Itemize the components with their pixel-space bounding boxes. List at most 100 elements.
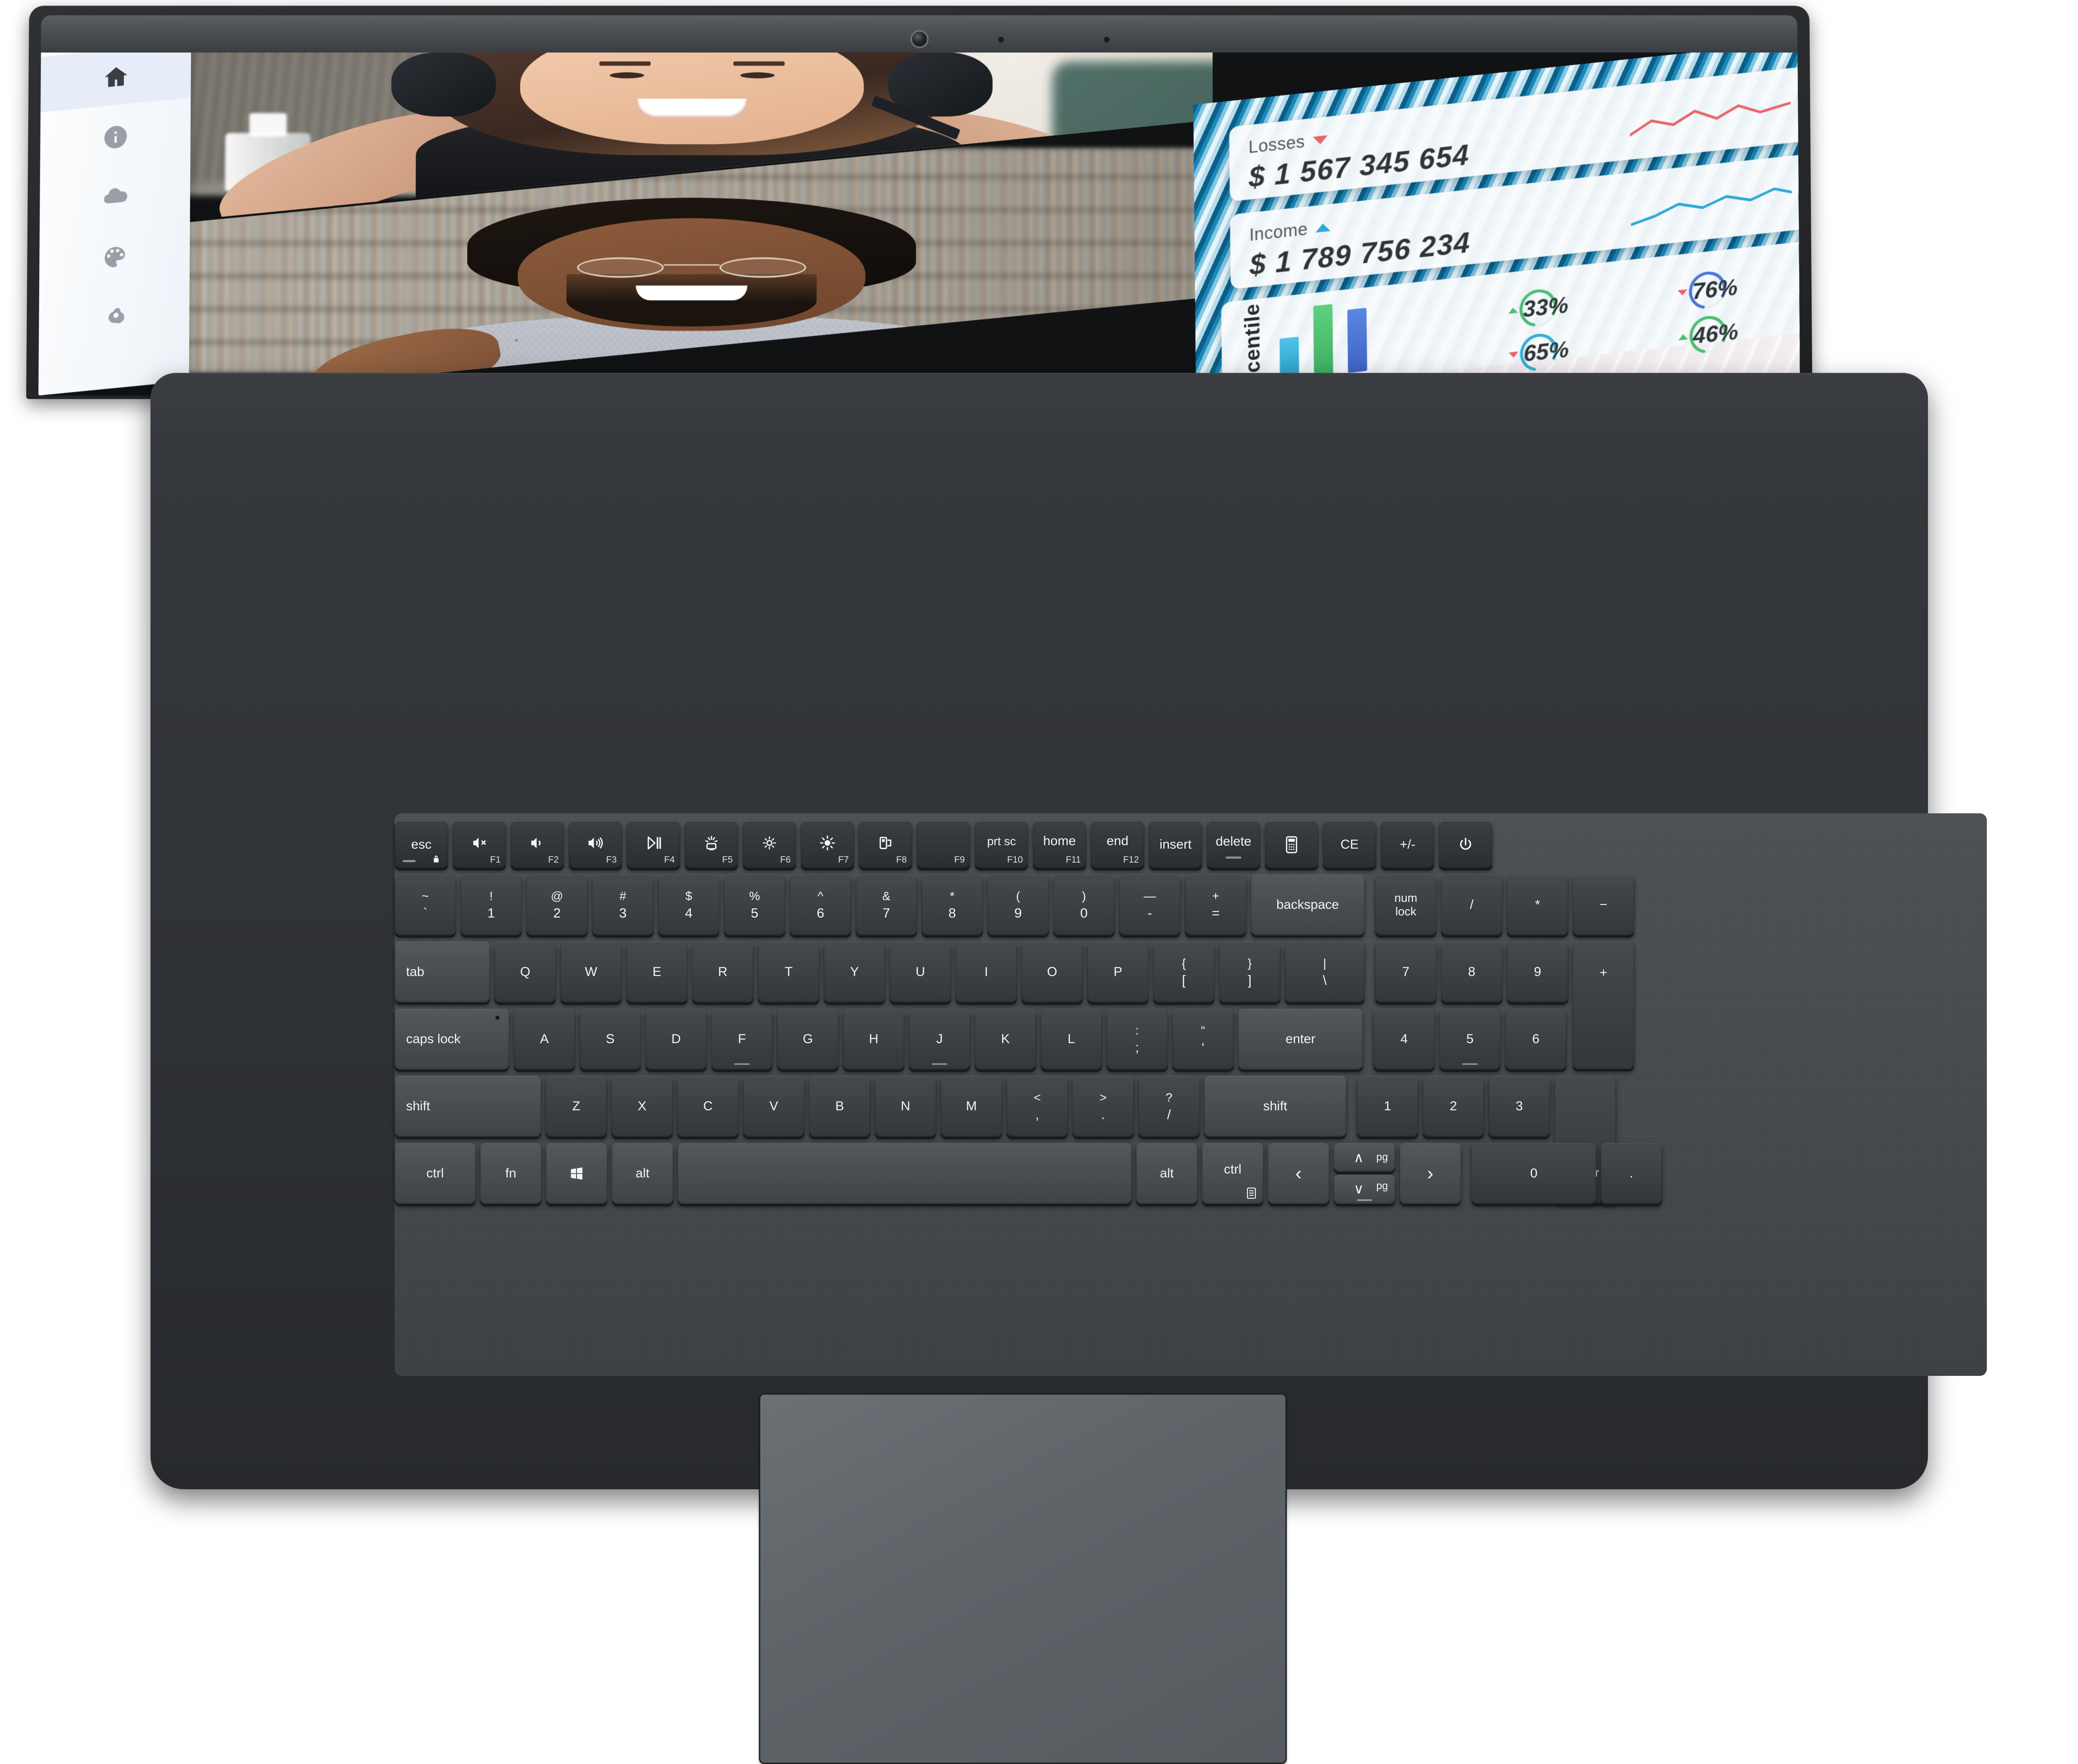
- key-calculator[interactable]: [1265, 821, 1318, 868]
- key-5[interactable]: % 5: [724, 874, 785, 935]
- key-r[interactable]: R: [692, 942, 753, 1003]
- key-arrow-up-pgup[interactable]: ∧ pg: [1334, 1143, 1395, 1172]
- key-c[interactable]: C: [677, 1076, 738, 1137]
- key-4[interactable]: $4: [658, 874, 719, 935]
- key-backslash[interactable]: | \: [1285, 942, 1364, 1003]
- key-7[interactable]: & 7: [856, 874, 917, 935]
- key-numpad-4[interactable]: 4: [1374, 1009, 1435, 1070]
- key-caps-lock[interactable]: caps lock: [395, 1009, 509, 1070]
- key-enter[interactable]: enter: [1238, 1009, 1363, 1070]
- key-9[interactable]: (9: [988, 874, 1049, 935]
- key-ce[interactable]: CE: [1323, 821, 1376, 868]
- key-b[interactable]: B: [809, 1076, 870, 1137]
- key-f8-project-screen[interactable]: F8: [859, 821, 912, 868]
- key-k[interactable]: K: [975, 1009, 1036, 1070]
- key-g[interactable]: G: [777, 1009, 838, 1070]
- key-m[interactable]: M: [941, 1076, 1002, 1137]
- sidebar-item-home[interactable]: [40, 52, 191, 113]
- key-n[interactable]: N: [875, 1076, 936, 1137]
- trackpad[interactable]: [759, 1393, 1287, 1764]
- key-x[interactable]: X: [612, 1076, 673, 1137]
- key-l[interactable]: L: [1041, 1009, 1102, 1070]
- key-f1-mute[interactable]: F1: [453, 821, 506, 868]
- key-f12-end[interactable]: end F12: [1091, 821, 1144, 868]
- key-f11-home[interactable]: home F11: [1033, 821, 1086, 868]
- key-numpad-2[interactable]: 2: [1423, 1076, 1484, 1137]
- key-insert[interactable]: insert: [1149, 821, 1202, 868]
- key-z[interactable]: Z: [546, 1076, 607, 1137]
- key-u[interactable]: U: [890, 942, 951, 1003]
- key-t[interactable]: T: [758, 942, 819, 1003]
- key-spacebar[interactable]: [678, 1143, 1131, 1204]
- key-f[interactable]: F: [711, 1009, 772, 1070]
- sidebar-item-palette[interactable]: [39, 222, 190, 292]
- key-windows[interactable]: [546, 1143, 607, 1204]
- key-numpad-3[interactable]: 3: [1489, 1076, 1550, 1137]
- key-p[interactable]: P: [1087, 942, 1148, 1003]
- key-numpad-multiply[interactable]: *: [1507, 874, 1568, 935]
- key-ctrl-left[interactable]: ctrl: [395, 1143, 475, 1204]
- key-numpad-7[interactable]: 7: [1375, 942, 1436, 1003]
- key-alt-left[interactable]: alt: [612, 1143, 673, 1204]
- key-a[interactable]: A: [514, 1009, 575, 1070]
- key-backtick[interactable]: ~ `: [395, 874, 456, 935]
- key-f4-play-pause[interactable]: F4: [627, 821, 680, 868]
- key-fn[interactable]: fn: [480, 1143, 541, 1204]
- key-w[interactable]: W: [561, 942, 622, 1003]
- key-e[interactable]: E: [626, 942, 687, 1003]
- key-shift-left[interactable]: shift: [395, 1076, 541, 1137]
- key-numpad-8[interactable]: 8: [1441, 942, 1502, 1003]
- key-numpad-0[interactable]: 0: [1472, 1143, 1596, 1204]
- key-s[interactable]: S: [580, 1009, 641, 1070]
- key-comma[interactable]: <,: [1007, 1076, 1068, 1137]
- key-f6-brightness-down[interactable]: F6: [743, 821, 796, 868]
- key-alt-right[interactable]: alt: [1136, 1143, 1197, 1204]
- key-q[interactable]: Q: [495, 942, 556, 1003]
- key-h[interactable]: H: [843, 1009, 904, 1070]
- key-f5-keyboard-backlight[interactable]: F5: [685, 821, 738, 868]
- key-d[interactable]: D: [646, 1009, 707, 1070]
- key-ctrl-right[interactable]: ctrl: [1202, 1143, 1263, 1204]
- key-period[interactable]: >.: [1073, 1076, 1134, 1137]
- key-f3-volume-up[interactable]: F3: [569, 821, 622, 868]
- key-i[interactable]: I: [956, 942, 1017, 1003]
- key-o[interactable]: O: [1022, 942, 1083, 1003]
- key-6[interactable]: ^ 6: [790, 874, 851, 935]
- key-y[interactable]: Y: [824, 942, 885, 1003]
- key-esc[interactable]: esc: [395, 821, 448, 868]
- key-arrow-down-pgdn[interactable]: ∨ pg: [1334, 1175, 1395, 1204]
- key-j[interactable]: J: [909, 1009, 970, 1070]
- key-equals[interactable]: + =: [1185, 874, 1246, 935]
- key-quote[interactable]: “‘: [1172, 1009, 1234, 1070]
- key-1[interactable]: ! 1: [461, 874, 522, 935]
- key-f7-brightness-up[interactable]: F7: [801, 821, 854, 868]
- key-semicolon[interactable]: :;: [1107, 1009, 1168, 1070]
- key-f9[interactable]: F9: [917, 821, 970, 868]
- key-numpad-6[interactable]: 6: [1505, 1009, 1566, 1070]
- key-f2-volume-down[interactable]: F2: [511, 821, 564, 868]
- key-arrow-left[interactable]: ‹: [1268, 1143, 1329, 1204]
- key-3[interactable]: #3: [592, 874, 653, 935]
- key-power[interactable]: [1439, 821, 1492, 868]
- key-2[interactable]: @2: [526, 874, 588, 935]
- key-numpad-divide[interactable]: /: [1441, 874, 1502, 935]
- key-tab[interactable]: tab: [395, 942, 490, 1003]
- key-numpad-minus[interactable]: −: [1573, 874, 1634, 935]
- key-0[interactable]: ) 0: [1053, 874, 1114, 935]
- sidebar-item-support[interactable]: [39, 282, 190, 352]
- key-slash[interactable]: ? /: [1138, 1076, 1200, 1137]
- key-numpad-plus[interactable]: +: [1573, 942, 1634, 1069]
- key-numpad-9[interactable]: 9: [1507, 942, 1568, 1003]
- key-f10-prt-sc[interactable]: prt sc F10: [975, 821, 1028, 868]
- key-shift-right[interactable]: shift: [1204, 1076, 1346, 1137]
- key-bracket-right[interactable]: }]: [1219, 942, 1280, 1003]
- key-numpad-1[interactable]: 1: [1357, 1076, 1418, 1137]
- key-8[interactable]: * 8: [922, 874, 983, 935]
- key-delete[interactable]: delete: [1207, 821, 1260, 868]
- key-arrow-right[interactable]: ›: [1400, 1143, 1461, 1204]
- key-minus[interactable]: — -: [1119, 874, 1180, 935]
- key-bracket-left[interactable]: {[: [1153, 942, 1214, 1003]
- sidebar-item-cloud[interactable]: [40, 162, 191, 232]
- key-numpad-5[interactable]: 5: [1439, 1009, 1500, 1070]
- sidebar-item-info[interactable]: [40, 102, 191, 172]
